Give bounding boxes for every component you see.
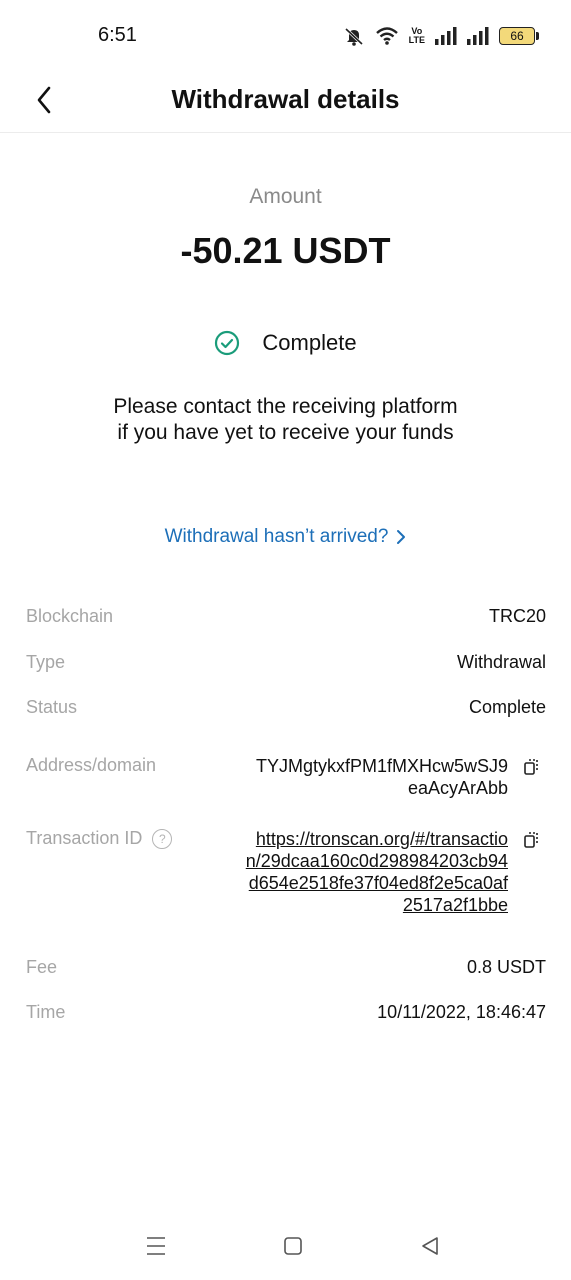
fee-label: Fee [26, 957, 58, 977]
page-title: Withdrawal details [171, 84, 400, 114]
battery-icon: 66 [499, 27, 539, 45]
amount-value: -50.21 USDT [180, 230, 391, 271]
withdrawal-not-arrived-link[interactable]: Withdrawal hasn’t arrived? [0, 526, 571, 548]
copy-transaction-button[interactable] [522, 830, 542, 850]
status-text: Complete [262, 330, 357, 355]
transaction-label: Transaction ID ? [26, 828, 173, 849]
system-nav-bar [0, 1220, 571, 1270]
address-label: Address/domain [26, 755, 157, 775]
home-square-icon [284, 1237, 302, 1255]
system-back-button[interactable] [416, 1232, 444, 1260]
time-value: 10/11/2022, 18:46:47 [377, 1002, 546, 1022]
fee-value: 0.8 USDT [466, 957, 546, 977]
blockchain-label: Blockchain [26, 606, 114, 626]
copy-icon [524, 759, 538, 775]
volte-icon: Vo LTE [408, 26, 425, 45]
status-label: Status [26, 697, 78, 717]
status-row: Complete [0, 330, 571, 356]
type-value: Withdrawal [456, 652, 546, 672]
help-icon[interactable]: ? [152, 828, 173, 849]
blockchain-value: TRC20 [488, 606, 546, 626]
menu-icon [147, 1237, 165, 1255]
copy-icon [524, 832, 538, 848]
header: Withdrawal details [0, 70, 571, 133]
mute-bell-icon [343, 26, 365, 46]
time-label: Time [26, 1002, 66, 1022]
status-value: Complete [468, 697, 546, 717]
status-icons: Vo LTE 66 [343, 24, 539, 48]
amount-label: Amount [249, 185, 322, 208]
wifi-icon [375, 26, 399, 46]
help-link-label: Withdrawal hasn’t arrived? [164, 526, 389, 547]
type-label: Type [26, 652, 66, 672]
status-bar: 6:51 Vo LTE 66 [0, 0, 571, 70]
copy-address-button[interactable] [522, 757, 542, 777]
back-triangle-icon [422, 1237, 438, 1255]
transaction-link[interactable]: https://tronscan.org/#/transaction/29dca… [243, 828, 508, 916]
home-button[interactable] [279, 1232, 307, 1260]
signal-2-icon [467, 27, 489, 45]
address-value: TYJMgtykxfPM1fMXHcw5wSJ9eaAcyArAbb [255, 756, 508, 798]
notice-text: Please contact the receiving platform if… [113, 395, 458, 444]
menu-button[interactable] [142, 1232, 170, 1260]
status-time: 6:51 [98, 24, 137, 46]
check-circle-icon [215, 330, 240, 356]
signal-1-icon [435, 27, 457, 45]
chevron-right-icon [397, 530, 406, 544]
